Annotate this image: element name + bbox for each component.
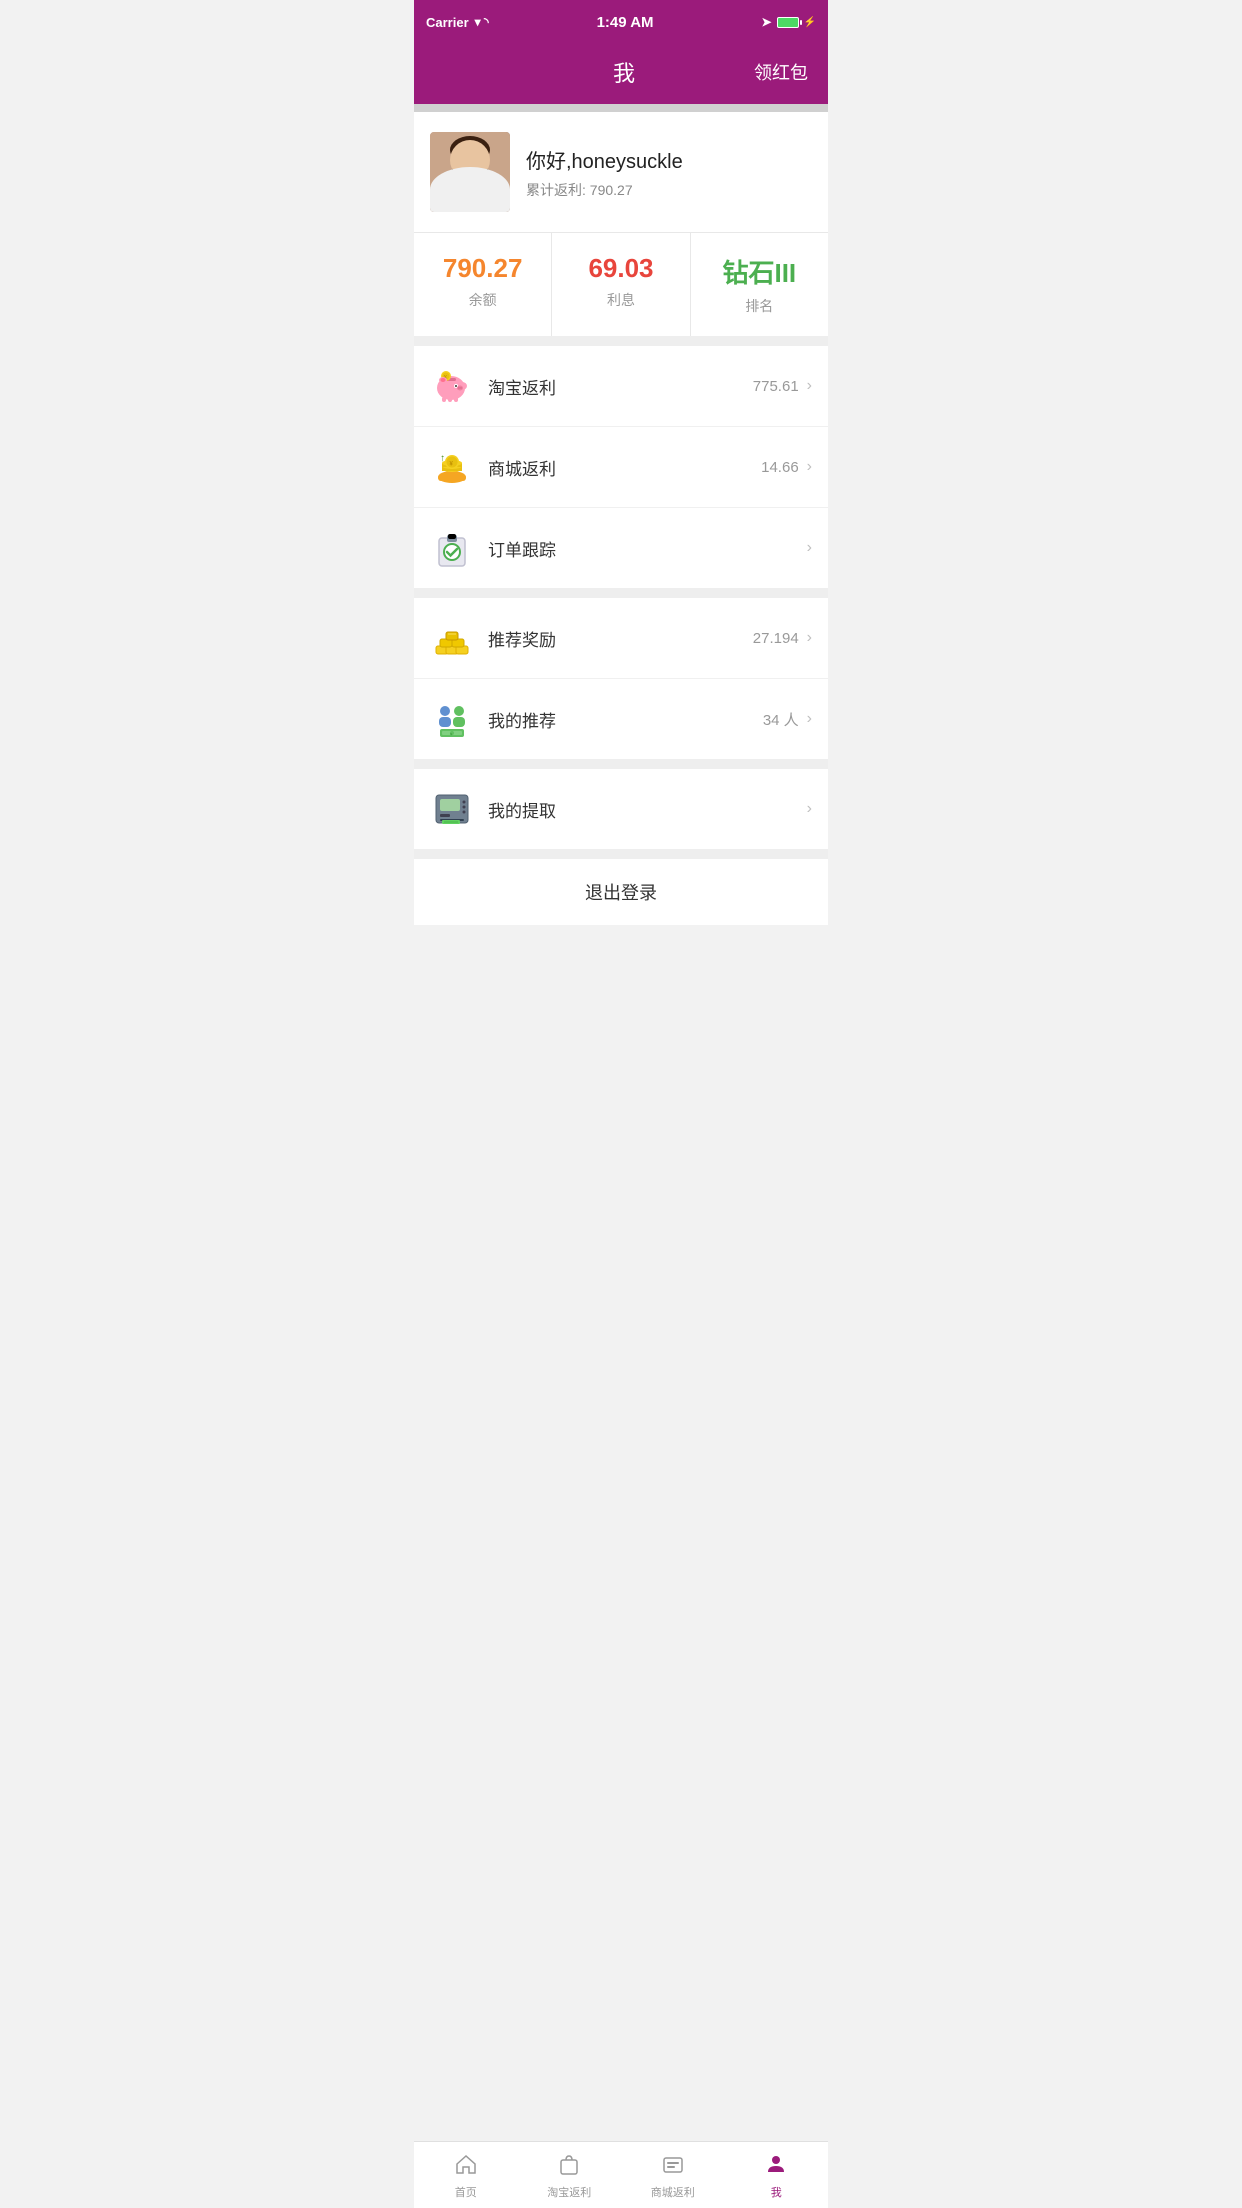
recommend-reward-value: 27.194 [753, 630, 799, 647]
section-divider-4 [414, 849, 828, 859]
person-svg [764, 2152, 788, 2176]
status-right: ➤ ⚡ [761, 15, 816, 29]
bag-svg [557, 2152, 581, 2176]
stat-balance-value: 790.27 [443, 253, 523, 284]
bottom-nav: 首页 淘宝返利 商城返利 我 [414, 2141, 828, 2208]
mall-rebate-chevron: › [807, 458, 812, 476]
coin-hand-svg: ¥ ↑ [432, 447, 472, 487]
menu-item-mall-rebate[interactable]: ¥ ↑ 商城返利 14.66 › [414, 427, 828, 508]
status-bar: Carrier ▾ ◝ 1:49 AM ➤ ⚡ [414, 0, 828, 44]
menu-section-2: 推荐奖励 27.194 › ¥ 我的推荐 34 人 › [414, 598, 828, 759]
section-divider-1 [414, 336, 828, 346]
taobao-rebate-icon: ¥ [430, 364, 474, 408]
status-time: 1:49 AM [597, 14, 654, 31]
avatar[interactable] [430, 132, 510, 212]
nav-item-home[interactable]: 首页 [414, 2142, 518, 2208]
menu-item-recommend-reward[interactable]: 推荐奖励 27.194 › [414, 598, 828, 679]
stat-balance-label: 余额 [469, 290, 497, 310]
taobao-rebate-label: 淘宝返利 [488, 374, 753, 399]
menu-item-my-recommend[interactable]: ¥ 我的推荐 34 人 › [414, 679, 828, 759]
home-svg [454, 2152, 478, 2176]
stat-rank[interactable]: 钻石III 排名 [691, 233, 828, 336]
people-money-svg: ¥ [432, 699, 472, 739]
profile-info: 你好,honeysuckle 累计返利: 790.27 [526, 145, 683, 200]
header-divider [414, 104, 828, 112]
menu-item-taobao-rebate[interactable]: ¥ 淘宝返利 775.61 › [414, 346, 828, 427]
svg-text:↑: ↑ [440, 453, 445, 464]
mall-svg [661, 2152, 685, 2176]
header-title: 我 [494, 56, 754, 88]
stat-rank-label: 排名 [745, 296, 773, 316]
profile-name: 你好,honeysuckle [526, 145, 683, 174]
avatar-svg [430, 132, 510, 212]
stat-interest[interactable]: 69.03 利息 [552, 233, 690, 336]
person-icon [764, 2152, 788, 2180]
bottom-spacer [414, 925, 828, 995]
order-tracking-icon [430, 526, 474, 570]
section-divider-2 [414, 588, 828, 598]
nav-label-me: 我 [771, 2184, 782, 2200]
stat-interest-label: 利息 [607, 290, 635, 310]
carrier-label: Carrier [426, 15, 469, 30]
atm-svg [432, 789, 472, 829]
order-tracking-label: 订单跟踪 [488, 536, 799, 561]
stat-rank-value: 钻石III [722, 253, 796, 290]
mall-rebate-icon: ¥ ↑ [430, 445, 474, 489]
profile-section: 你好,honeysuckle 累计返利: 790.27 [414, 112, 828, 232]
status-left: Carrier ▾ ◝ [426, 15, 489, 30]
mall-rebate-value: 14.66 [761, 459, 799, 476]
header: 我 领红包 [414, 44, 828, 104]
my-recommend-icon: ¥ [430, 697, 474, 741]
header-right-action[interactable]: 领红包 [754, 59, 808, 85]
my-withdraw-label: 我的提取 [488, 797, 799, 822]
nav-item-mall[interactable]: 商城返利 [621, 2142, 725, 2208]
nav-item-me[interactable]: 我 [725, 2142, 829, 2208]
gold-bars-svg [432, 618, 472, 658]
logout-section: 退出登录 [414, 859, 828, 925]
stat-balance[interactable]: 790.27 余额 [414, 233, 552, 336]
stats-row: 790.27 余额 69.03 利息 钻石III 排名 [414, 232, 828, 336]
menu-item-my-withdraw[interactable]: 我的提取 › [414, 769, 828, 849]
taobao-rebate-chevron: › [807, 377, 812, 395]
shopping-bag-icon [557, 2152, 581, 2180]
logout-button[interactable]: 退出登录 [414, 859, 828, 925]
nav-label-taobao: 淘宝返利 [547, 2184, 591, 2200]
nav-label-mall: 商城返利 [651, 2184, 695, 2200]
nav-label-home: 首页 [455, 2184, 477, 2200]
rebate-value: 790.27 [590, 182, 633, 198]
mall-rebate-label: 商城返利 [488, 455, 761, 480]
order-tracking-chevron: › [807, 539, 812, 557]
taobao-rebate-value: 775.61 [753, 378, 799, 395]
lightning-icon: ⚡ [804, 17, 816, 28]
recommend-reward-icon [430, 616, 474, 660]
wifi-icon: ▾ ◝ [475, 15, 489, 29]
home-icon [454, 2152, 478, 2180]
menu-section-1: ¥ 淘宝返利 775.61 › [414, 346, 828, 588]
mall-icon [661, 2152, 685, 2180]
section-divider-3 [414, 759, 828, 769]
my-recommend-value: 34 人 [763, 709, 799, 730]
location-icon: ➤ [761, 15, 771, 29]
piggy-bank-svg: ¥ [432, 366, 472, 406]
menu-section-3: 我的提取 › [414, 769, 828, 849]
clipboard-svg [432, 528, 472, 568]
avatar-image [430, 132, 510, 212]
my-withdraw-chevron: › [807, 800, 812, 818]
recommend-reward-chevron: › [807, 629, 812, 647]
my-recommend-label: 我的推荐 [488, 707, 763, 732]
menu-item-order-tracking[interactable]: 订单跟踪 › [414, 508, 828, 588]
my-withdraw-icon [430, 787, 474, 831]
rebate-label: 累计返利: [526, 182, 586, 198]
my-recommend-chevron: › [807, 710, 812, 728]
recommend-reward-label: 推荐奖励 [488, 626, 753, 651]
nav-item-taobao[interactable]: 淘宝返利 [518, 2142, 622, 2208]
stat-interest-value: 69.03 [588, 253, 653, 284]
profile-rebate: 累计返利: 790.27 [526, 180, 683, 200]
battery-icon [777, 17, 799, 28]
